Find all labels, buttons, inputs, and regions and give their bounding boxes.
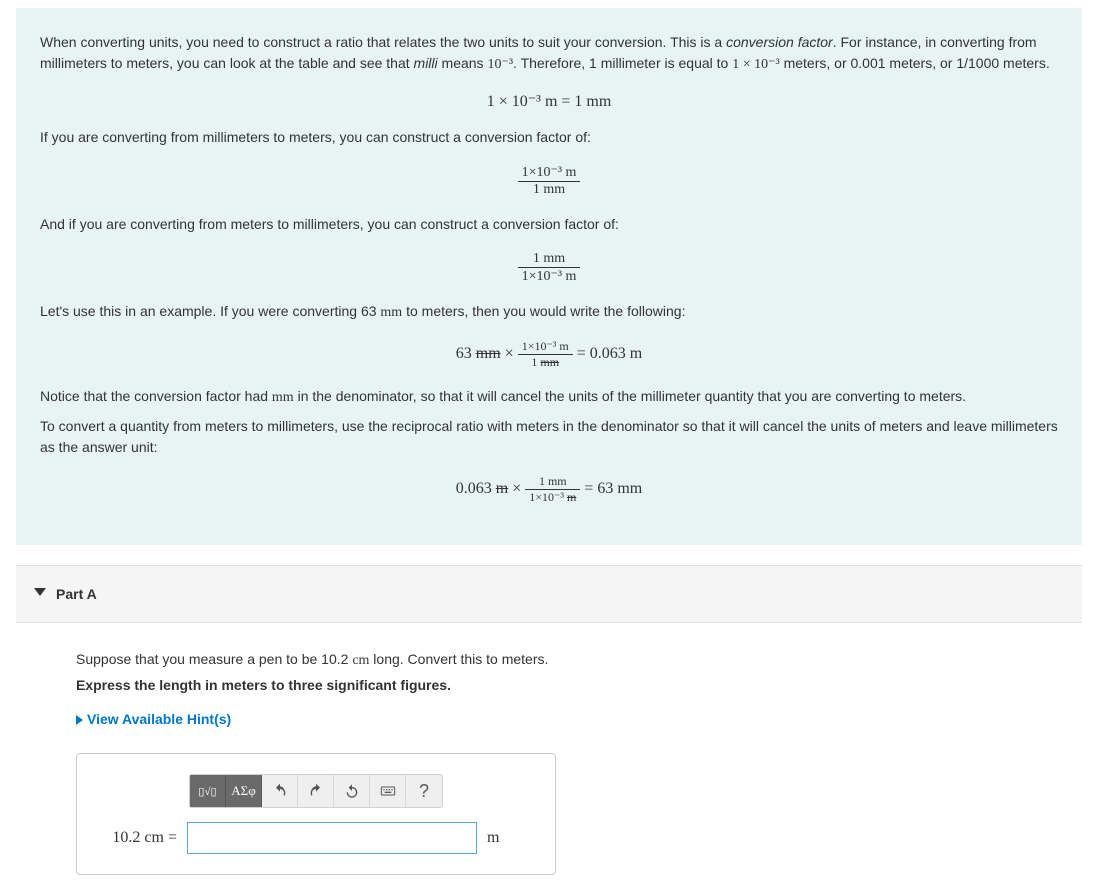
redo-button[interactable]	[298, 775, 334, 807]
text: meters, or 0.001 meters, or 1/1000 meter…	[780, 55, 1050, 71]
keyboard-button[interactable]	[370, 775, 406, 807]
caret-down-icon	[34, 588, 46, 596]
answer-box: ▯√▯ ΑΣφ ? 10.2 cm = m	[76, 753, 556, 875]
question-instruction: Express the length in meters to three si…	[76, 677, 1066, 693]
formula-example-63mm: 63 mm × 1×10⁻³ m1 mm = 0.063 m	[40, 339, 1058, 370]
unit-mm: mm	[380, 305, 402, 320]
value-1x10e-3: 1 × 10⁻³	[732, 57, 779, 72]
greek-letters-button[interactable]: ΑΣφ	[226, 775, 262, 807]
numerator: 1 mm	[518, 251, 581, 268]
unit-mm: mm	[272, 390, 294, 405]
undo-icon	[272, 783, 288, 799]
reset-icon	[344, 783, 360, 799]
text: When converting units, you need to const…	[40, 34, 726, 50]
formula-frac-mm-to-m: 1×10⁻³ m 1 mm	[40, 164, 1058, 198]
explain-p5: Notice that the conversion factor had mm…	[40, 386, 1058, 408]
reset-button[interactable]	[334, 775, 370, 807]
strike-mm: mm	[540, 355, 559, 369]
em-conversion-factor: conversion factor	[726, 34, 833, 50]
lhs: 0.063	[456, 480, 496, 497]
times: ×	[508, 480, 525, 497]
answer-input[interactable]	[187, 822, 477, 854]
lhs-value: 10.2 cm	[112, 829, 164, 846]
view-hints-link[interactable]: View Available Hint(s)	[76, 711, 231, 727]
numerator: 1×10⁻³ m	[518, 164, 581, 182]
equation-toolbar: ▯√▯ ΑΣφ ?	[189, 774, 443, 808]
em-milli: milli	[414, 55, 438, 71]
formula-frac-m-to-mm: 1 mm 1×10⁻³ m	[40, 251, 1058, 285]
times: ×	[501, 345, 518, 362]
hints-label: View Available Hint(s)	[87, 711, 231, 727]
result: = 63 mm	[580, 480, 642, 497]
text: Suppose that you measure a pen to be 10.…	[76, 651, 352, 667]
text: in the denominator, so that it will canc…	[294, 388, 966, 404]
help-icon: ?	[419, 781, 429, 802]
text: to meters, then you would write the foll…	[402, 303, 685, 319]
help-button[interactable]: ?	[406, 775, 442, 807]
equals: =	[164, 829, 177, 846]
result: = 0.063 m	[573, 345, 642, 362]
denominator: 1×10⁻³ m	[518, 268, 581, 285]
numerator: 1 mm	[525, 474, 580, 490]
formula-text: 1 × 10⁻³ m = 1 mm	[487, 93, 612, 110]
triangle-right-icon	[76, 715, 83, 725]
greek-icon: ΑΣφ	[231, 783, 255, 799]
explain-p1: When converting units, you need to const…	[40, 32, 1058, 75]
answer-row: 10.2 cm = m	[97, 822, 535, 854]
unit-cm: cm	[352, 653, 369, 668]
question-prompt: Suppose that you measure a pen to be 10.…	[76, 651, 1066, 669]
text: long. Convert this to meters.	[369, 651, 548, 667]
part-a-body: Suppose that you measure a pen to be 10.…	[16, 623, 1082, 895]
undo-button[interactable]	[262, 775, 298, 807]
text: Let's use this in an example. If you wer…	[40, 303, 380, 319]
answer-lhs: 10.2 cm =	[97, 829, 177, 847]
keyboard-icon	[380, 783, 396, 799]
explain-p4: Let's use this in an example. If you wer…	[40, 301, 1058, 323]
strike-m: m	[567, 490, 576, 504]
explain-p3: And if you are converting from meters to…	[40, 214, 1058, 235]
text: Notice that the conversion factor had	[40, 388, 272, 404]
strike-m: m	[496, 480, 508, 497]
templates-icon: ▯√▯	[198, 785, 216, 798]
redo-icon	[308, 783, 324, 799]
text: means	[438, 55, 488, 71]
denominator: 1 mm	[518, 182, 581, 198]
part-title: Part A	[56, 586, 97, 602]
numerator: 1×10⁻³ m	[518, 339, 573, 355]
explanation-panel: When converting units, you need to const…	[16, 8, 1082, 545]
lhs: 63	[456, 345, 476, 362]
formula-example-0063m: 0.063 m × 1 mm1×10⁻³ m = 63 mm	[40, 474, 1058, 505]
den-text: 1×10⁻³	[529, 490, 567, 504]
answer-unit: m	[487, 829, 499, 847]
formula-equivalence: 1 × 10⁻³ m = 1 mm	[40, 91, 1058, 111]
explain-p2: If you are converting from millimeters t…	[40, 127, 1058, 148]
value-10e-3: 10⁻³	[487, 57, 513, 72]
strike-mm: mm	[476, 345, 501, 362]
part-a-header[interactable]: Part A	[16, 565, 1082, 623]
text: . Therefore, 1 millimeter is equal to	[513, 55, 732, 71]
explain-p6: To convert a quantity from meters to mil…	[40, 416, 1058, 458]
templates-button[interactable]: ▯√▯	[190, 775, 226, 807]
